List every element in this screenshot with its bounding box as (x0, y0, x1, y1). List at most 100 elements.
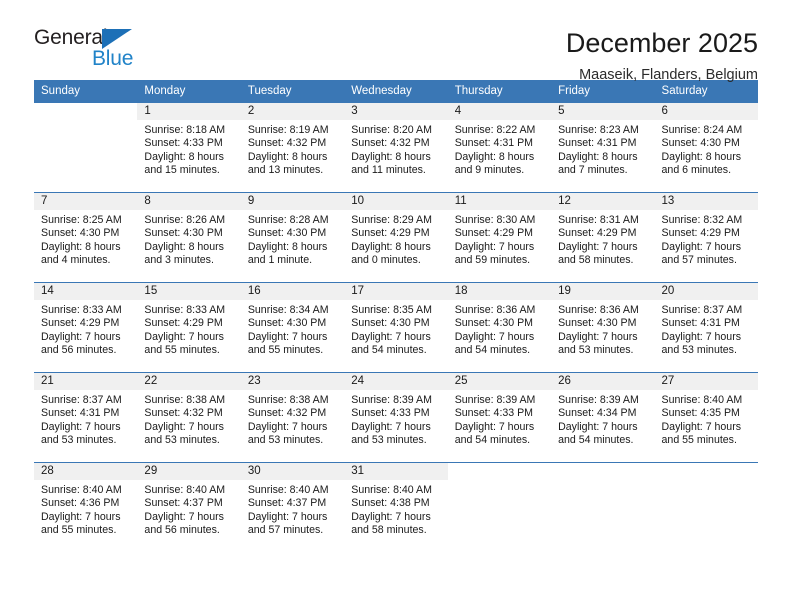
daylight-text: Daylight: 7 hours and 55 minutes. (144, 330, 224, 357)
daylight-text: Daylight: 7 hours and 54 minutes. (558, 420, 638, 447)
calendar-day-cell[interactable]: 13 Sunrise: 8:32 AM Sunset: 4:29 PM Dayligh… (654, 192, 758, 283)
day-number: 8 (137, 193, 241, 210)
day-details: Sunrise: 8:38 AM Sunset: 4:32 PM Daylight:… (137, 390, 240, 448)
day-details: Sunrise: 8:33 AM Sunset: 4:29 PM Daylight:… (34, 300, 137, 358)
sunset-text: Sunset: 4:33 PM (454, 407, 534, 420)
day-details: Sunrise: 8:18 AM Sunset: 4:33 PM Daylight:… (137, 120, 240, 178)
calendar-day-cell[interactable]: 30 Sunrise: 8:40 AM Sunset: 4:37 PM Dayligh… (240, 462, 345, 553)
sunrise-text: Sunrise: 8:37 AM (41, 394, 122, 406)
sunrise-text: Sunrise: 8:20 AM (351, 124, 432, 136)
calendar-day-cell[interactable]: 21 Sunrise: 8:37 AM Sunset: 4:31 PM Dayligh… (34, 372, 138, 463)
calendar-day-cell[interactable]: 14 Sunrise: 8:33 AM Sunset: 4:29 PM Dayligh… (34, 282, 138, 373)
sunrise-text: Sunrise: 8:37 AM (661, 304, 743, 316)
sunrise-text: Sunrise: 8:22 AM (454, 124, 536, 136)
calendar-day-cell[interactable]: 18 Sunrise: 8:36 AM Sunset: 4:30 PM Dayligh… (447, 282, 552, 373)
calendar-day-cell[interactable]: 22 Sunrise: 8:38 AM Sunset: 4:32 PM Dayligh… (137, 372, 241, 463)
day-details: Sunrise: 8:34 AM Sunset: 4:30 PM Daylight:… (241, 300, 344, 358)
day-number: 22 (137, 373, 241, 390)
day-number: 20 (654, 283, 758, 300)
weekday-header-sunday: Sunday (34, 80, 138, 103)
sunset-text: Sunset: 4:31 PM (558, 137, 637, 150)
sunset-text: Sunset: 4:30 PM (41, 227, 120, 240)
page-header: General Blue December 2025 Maaseik, Flan… (34, 0, 758, 83)
day-details: Sunrise: 8:39 AM Sunset: 4:34 PM Daylight:… (551, 390, 654, 448)
calendar-day-cell[interactable]: 11 Sunrise: 8:30 AM Sunset: 4:29 PM Dayligh… (447, 192, 552, 283)
sunrise-text: Sunrise: 8:25 AM (41, 214, 122, 226)
day-number: 24 (344, 373, 448, 390)
calendar-body: 1 Sunrise: 8:18 AM Sunset: 4:33 PM Daylight… (34, 102, 758, 553)
sunset-text: Sunset: 4:30 PM (558, 317, 637, 330)
calendar-day-cell[interactable]: 24 Sunrise: 8:39 AM Sunset: 4:33 PM Dayligh… (344, 372, 448, 463)
calendar-day-cell[interactable]: 2 Sunrise: 8:19 AM Sunset: 4:32 PM Daylight… (240, 102, 345, 193)
sunset-text: Sunset: 4:29 PM (351, 227, 430, 240)
daylight-text: Daylight: 7 hours and 57 minutes. (247, 510, 328, 537)
general-blue-logo[interactable]: General Blue (34, 26, 164, 72)
calendar-week-row: 14 Sunrise: 8:33 AM Sunset: 4:29 PM Dayligh… (34, 282, 758, 373)
day-number: 9 (240, 193, 345, 210)
calendar-day-cell[interactable]: 25 Sunrise: 8:39 AM Sunset: 4:33 PM Dayligh… (447, 372, 552, 463)
daylight-text: Daylight: 7 hours and 56 minutes. (144, 510, 224, 537)
sunset-text: Sunset: 4:29 PM (144, 317, 223, 330)
calendar-day-cell[interactable]: 15 Sunrise: 8:33 AM Sunset: 4:29 PM Dayligh… (137, 282, 241, 373)
weekday-header-wednesday: Wednesday (344, 80, 448, 103)
calendar-day-cell[interactable]: 4 Sunrise: 8:22 AM Sunset: 4:31 PM Daylight… (447, 102, 552, 193)
daylight-text: Daylight: 8 hours and 11 minutes. (351, 150, 431, 177)
sunrise-text: Sunrise: 8:36 AM (558, 304, 639, 316)
calendar-day-cell[interactable]: 1 Sunrise: 8:18 AM Sunset: 4:33 PM Daylight… (137, 102, 241, 193)
day-details: Sunrise: 8:33 AM Sunset: 4:29 PM Daylight:… (137, 300, 240, 358)
day-number: 4 (447, 103, 552, 120)
calendar-day-cell[interactable]: 31 Sunrise: 8:40 AM Sunset: 4:38 PM Dayligh… (344, 462, 448, 553)
calendar-day-cell[interactable]: 7 Sunrise: 8:25 AM Sunset: 4:30 PM Daylight… (34, 192, 138, 283)
sunset-text: Sunset: 4:30 PM (144, 227, 223, 240)
sunset-text: Sunset: 4:29 PM (41, 317, 120, 330)
daylight-text: Daylight: 8 hours and 1 minute. (247, 240, 328, 267)
day-number: 27 (654, 373, 758, 390)
sunrise-text: Sunrise: 8:23 AM (558, 124, 639, 136)
calendar-day-cell[interactable]: 5 Sunrise: 8:23 AM Sunset: 4:31 PM Daylight… (551, 102, 655, 193)
sunset-text: Sunset: 4:32 PM (351, 137, 430, 150)
calendar-day-cell[interactable]: 16 Sunrise: 8:34 AM Sunset: 4:30 PM Dayligh… (240, 282, 345, 373)
calendar-day-cell[interactable]: 6 Sunrise: 8:24 AM Sunset: 4:30 PM Daylight… (654, 102, 758, 193)
calendar-day-cell[interactable]: 17 Sunrise: 8:35 AM Sunset: 4:30 PM Dayligh… (344, 282, 448, 373)
daylight-text: Daylight: 8 hours and 15 minutes. (144, 150, 224, 177)
calendar-day-cell[interactable]: 26 Sunrise: 8:39 AM Sunset: 4:34 PM Dayligh… (551, 372, 655, 463)
day-details: Sunrise: 8:40 AM Sunset: 4:35 PM Daylight:… (655, 390, 758, 448)
weekday-header-monday: Monday (137, 80, 241, 103)
sunset-text: Sunset: 4:38 PM (351, 497, 430, 510)
sunrise-text: Sunrise: 8:40 AM (661, 394, 743, 406)
daylight-text: Daylight: 7 hours and 53 minutes. (41, 420, 121, 447)
sunset-text: Sunset: 4:36 PM (41, 497, 120, 510)
calendar-day-cell[interactable]: 28 Sunrise: 8:40 AM Sunset: 4:36 PM Dayligh… (34, 462, 138, 553)
sunrise-text: Sunrise: 8:19 AM (247, 124, 329, 136)
calendar-day-cell[interactable]: 3 Sunrise: 8:20 AM Sunset: 4:32 PM Daylight… (344, 102, 448, 193)
day-details: Sunrise: 8:23 AM Sunset: 4:31 PM Daylight:… (551, 120, 654, 178)
day-details: Sunrise: 8:39 AM Sunset: 4:33 PM Daylight:… (344, 390, 447, 448)
calendar-day-cell[interactable]: 27 Sunrise: 8:40 AM Sunset: 4:35 PM Dayligh… (654, 372, 758, 463)
daylight-text: Daylight: 7 hours and 58 minutes. (558, 240, 638, 267)
day-number: 30 (240, 463, 345, 480)
sunset-text: Sunset: 4:30 PM (247, 317, 327, 330)
sunset-text: Sunset: 4:33 PM (351, 407, 430, 420)
calendar-day-cell[interactable]: 20 Sunrise: 8:37 AM Sunset: 4:31 PM Dayligh… (654, 282, 758, 373)
day-details: Sunrise: 8:35 AM Sunset: 4:30 PM Daylight:… (344, 300, 447, 358)
calendar-day-cell[interactable]: 10 Sunrise: 8:29 AM Sunset: 4:29 PM Dayligh… (344, 192, 448, 283)
sunrise-text: Sunrise: 8:33 AM (144, 304, 226, 316)
sunset-text: Sunset: 4:32 PM (144, 407, 223, 420)
day-details: Sunrise: 8:20 AM Sunset: 4:32 PM Daylight:… (344, 120, 447, 178)
calendar-week-row: 21 Sunrise: 8:37 AM Sunset: 4:31 PM Dayligh… (34, 372, 758, 463)
sunrise-sunset-calendar: Sunday Monday Tuesday Wednesday Thursday… (34, 80, 758, 553)
sunrise-text: Sunrise: 8:39 AM (351, 394, 432, 406)
daylight-text: Daylight: 8 hours and 9 minutes. (454, 150, 535, 177)
calendar-day-cell[interactable]: 19 Sunrise: 8:36 AM Sunset: 4:30 PM Dayligh… (551, 282, 655, 373)
calendar-day-cell[interactable]: 12 Sunrise: 8:31 AM Sunset: 4:29 PM Dayligh… (551, 192, 655, 283)
day-details: Sunrise: 8:36 AM Sunset: 4:30 PM Daylight:… (551, 300, 654, 358)
calendar-week-row: 1 Sunrise: 8:18 AM Sunset: 4:33 PM Daylight… (34, 102, 758, 193)
calendar-day-cell[interactable]: 9 Sunrise: 8:28 AM Sunset: 4:30 PM Daylight… (240, 192, 345, 283)
day-number: 23 (240, 373, 345, 390)
day-details: Sunrise: 8:30 AM Sunset: 4:29 PM Daylight:… (448, 210, 551, 268)
calendar-day-cell[interactable]: 23 Sunrise: 8:38 AM Sunset: 4:32 PM Dayligh… (240, 372, 345, 463)
day-number: 25 (447, 373, 552, 390)
calendar-day-cell[interactable]: 8 Sunrise: 8:26 AM Sunset: 4:30 PM Daylight… (137, 192, 241, 283)
day-number: 26 (551, 373, 655, 390)
calendar-day-cell[interactable]: 29 Sunrise: 8:40 AM Sunset: 4:37 PM Dayligh… (137, 462, 241, 553)
